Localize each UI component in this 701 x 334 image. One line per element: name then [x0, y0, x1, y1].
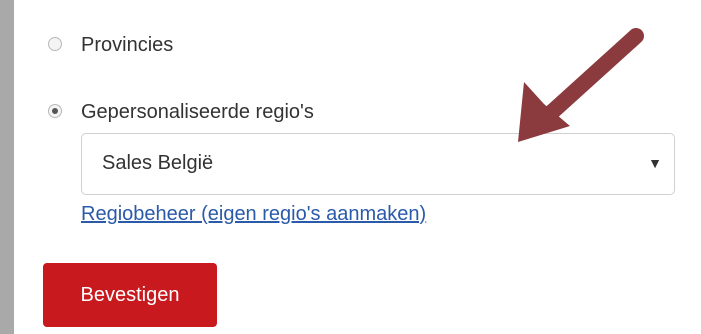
radio-provincies[interactable]	[48, 37, 62, 51]
annotation-arrow-icon	[518, 28, 644, 142]
radio-label-custom-regions[interactable]: Gepersonaliseerde regio's	[81, 101, 314, 124]
radio-custom-regions[interactable]	[48, 104, 62, 118]
radio-label-provincies[interactable]: Provincies	[81, 34, 173, 57]
confirm-button[interactable]: Bevestigen	[43, 263, 217, 327]
region-selection-panel: Provincies Gepersonaliseerde regio's Sal…	[14, 0, 701, 334]
region-select-value: Sales België	[102, 152, 214, 174]
region-management-link[interactable]: Regiobeheer (eigen regio's aanmaken)	[81, 203, 426, 226]
chevron-down-icon: ▼	[648, 155, 662, 171]
